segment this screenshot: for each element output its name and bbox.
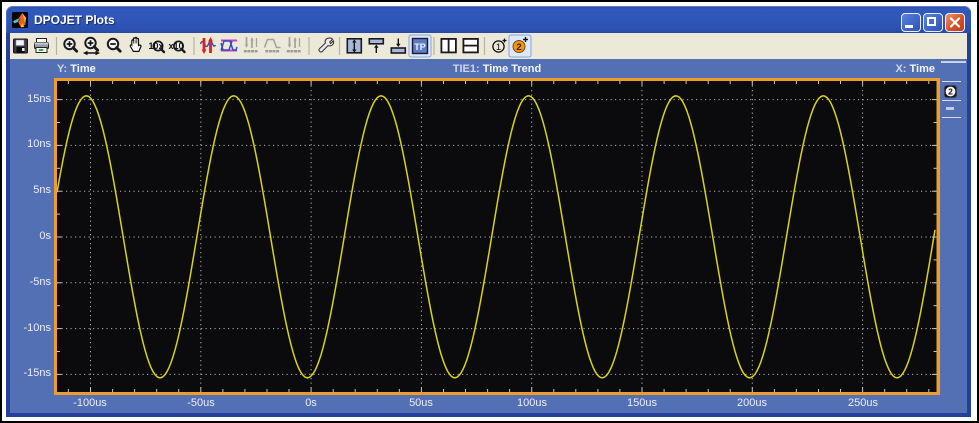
svg-text:2: 2 [948, 87, 953, 97]
svg-text:TP: TP [414, 42, 426, 52]
svg-text:2: 2 [516, 42, 521, 53]
svg-text:1: 1 [496, 42, 501, 53]
svg-text:x10: x10 [169, 41, 184, 51]
svg-text:10x: 10x [149, 41, 164, 51]
